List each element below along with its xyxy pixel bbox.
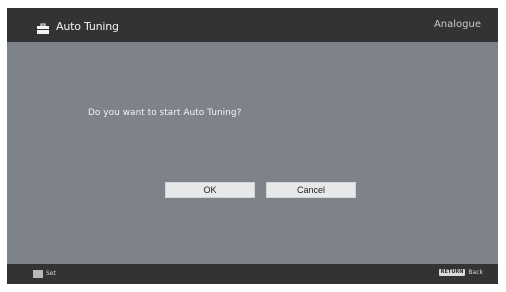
cancel-button[interactable]: Cancel	[266, 182, 356, 198]
back-label: Back	[468, 268, 483, 276]
header-title-group: Auto Tuning	[36, 18, 119, 34]
auto-tuning-screen: Auto Tuning Analogue Do you want to star…	[7, 8, 498, 284]
header-bar: Auto Tuning Analogue	[7, 8, 498, 42]
toolbox-icon	[36, 20, 50, 34]
footer-set-hint: Set	[33, 270, 56, 278]
set-key-icon	[33, 270, 43, 278]
page-title: Auto Tuning	[56, 19, 119, 33]
return-key-badge: RETURN	[438, 269, 466, 276]
confirmation-question: Do you want to start Auto Tuning?	[88, 108, 242, 118]
ok-button[interactable]: OK	[165, 182, 255, 198]
footer-bar: Set RETURN Back	[7, 264, 498, 284]
set-label: Set	[46, 270, 56, 277]
footer-back-hint: RETURN Back	[438, 268, 483, 276]
mode-label: Analogue	[433, 19, 481, 30]
